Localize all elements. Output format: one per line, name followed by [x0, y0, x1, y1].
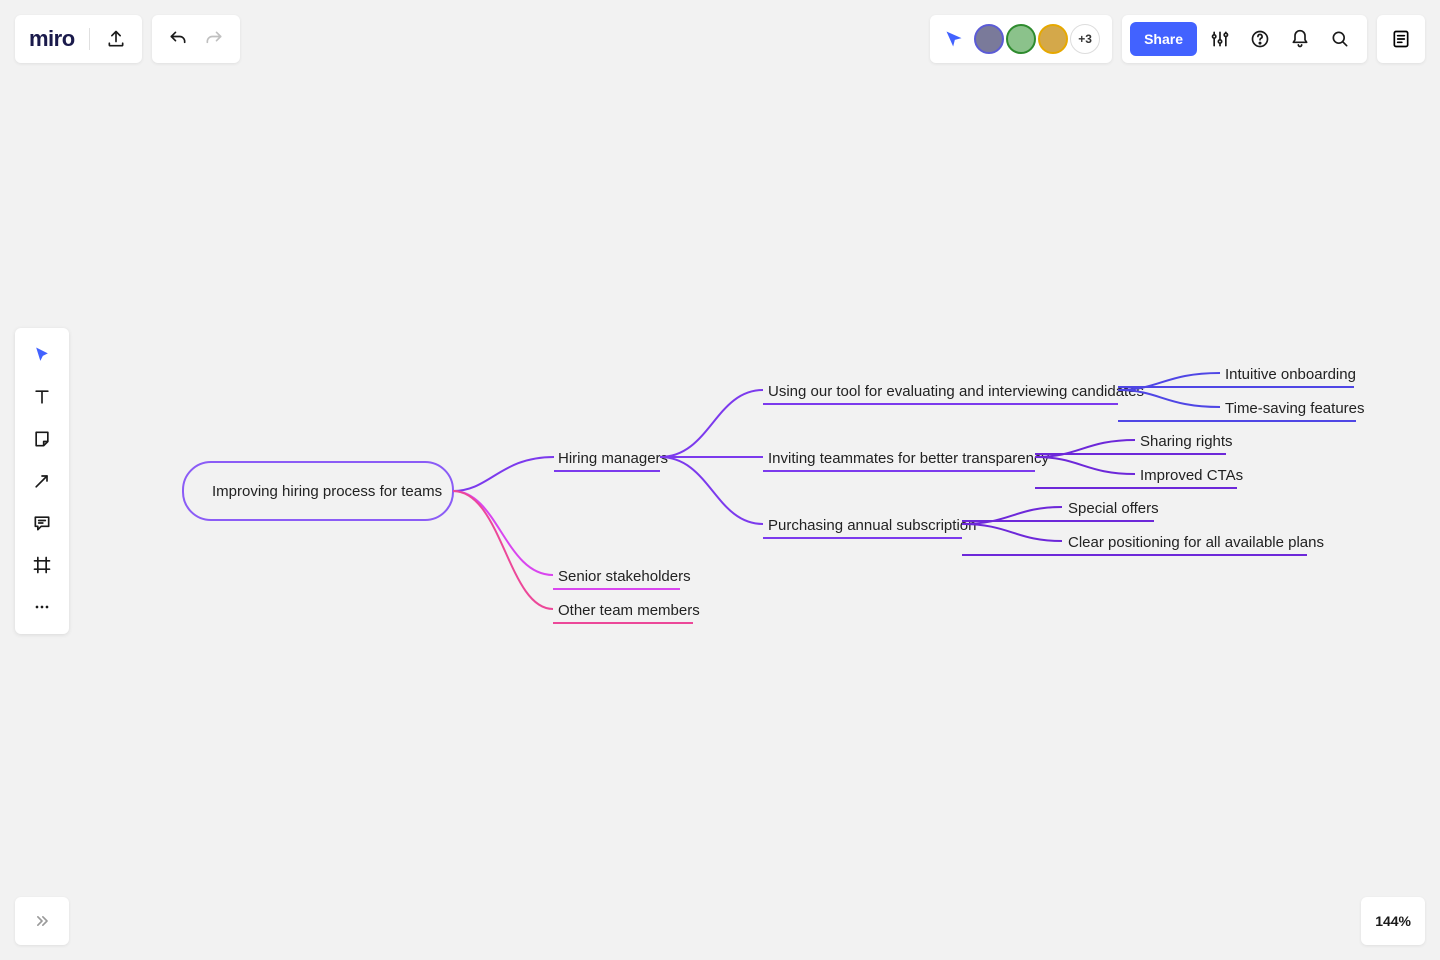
mindmap-node-other-team-members[interactable]: Other team members: [558, 602, 700, 619]
chevron-double-right-icon: [32, 911, 52, 931]
history-controls: [152, 15, 240, 63]
mindmap-node-using-tool[interactable]: Using our tool for evaluating and interv…: [768, 383, 1144, 400]
cursor-icon: [32, 345, 52, 365]
mindmap-node-inviting-teammates[interactable]: Inviting teammates for better transparen…: [768, 450, 1049, 467]
text-icon: [32, 387, 52, 407]
divider: [89, 28, 90, 50]
undo-icon[interactable]: [166, 27, 190, 51]
mindmap-node-purchasing-subscription[interactable]: Purchasing annual subscription: [768, 517, 976, 534]
branch: [660, 457, 763, 524]
mindmap-node-hiring-managers[interactable]: Hiring managers: [558, 450, 668, 467]
branch: [660, 390, 763, 457]
help-icon[interactable]: [1243, 22, 1277, 56]
collaborators: +3: [930, 15, 1112, 63]
select-tool[interactable]: [21, 334, 63, 376]
miro-logo[interactable]: miro: [29, 26, 75, 52]
expand-panel-button[interactable]: [15, 897, 69, 945]
mindmap-node-special-offers[interactable]: Special offers: [1068, 500, 1159, 517]
notes-icon: [1391, 29, 1411, 49]
avatar[interactable]: [1006, 24, 1036, 54]
export-icon[interactable]: [104, 27, 128, 51]
share-button[interactable]: Share: [1130, 22, 1197, 56]
toolbar: [15, 328, 69, 634]
mindmap-node-time-saving[interactable]: Time-saving features: [1225, 400, 1365, 417]
notifications-icon[interactable]: [1283, 22, 1317, 56]
search-icon[interactable]: [1323, 22, 1357, 56]
activity-panel-toggle[interactable]: [1377, 15, 1425, 63]
sticky-note-tool[interactable]: [21, 418, 63, 460]
more-collaborators[interactable]: +3: [1070, 24, 1100, 54]
avatar[interactable]: [1038, 24, 1068, 54]
mindmap-root-label[interactable]: Improving hiring process for teams: [212, 483, 442, 500]
branch: [1035, 457, 1135, 474]
presentation-pointer-icon[interactable]: [942, 27, 966, 51]
comment-tool[interactable]: [21, 502, 63, 544]
more-tools[interactable]: [21, 586, 63, 628]
zoom-indicator[interactable]: 144%: [1361, 897, 1425, 945]
more-collaborators-count: +3: [1078, 32, 1092, 46]
sticky-note-icon: [32, 429, 52, 449]
frame-tool[interactable]: [21, 544, 63, 586]
frame-icon: [32, 555, 52, 575]
arrow-icon: [32, 471, 52, 491]
redo-icon[interactable]: [202, 27, 226, 51]
avatar[interactable]: [974, 24, 1004, 54]
branch: [962, 524, 1062, 541]
mindmap-node-intuitive-onboarding[interactable]: Intuitive onboarding: [1225, 366, 1356, 383]
text-tool[interactable]: [21, 376, 63, 418]
mindmap-node-sharing-rights[interactable]: Sharing rights: [1140, 433, 1233, 450]
mindmap-node-clear-positioning[interactable]: Clear positioning for all available plan…: [1068, 534, 1324, 551]
more-icon: [32, 597, 52, 617]
zoom-value: 144%: [1375, 913, 1411, 929]
board-header: miro: [15, 15, 142, 63]
arrow-tool[interactable]: [21, 460, 63, 502]
branch: [453, 491, 553, 609]
canvas[interactable]: Improving hiring process for teams Hirin…: [0, 0, 1440, 960]
mindmap-node-senior-stakeholders[interactable]: Senior stakeholders: [558, 568, 691, 585]
branch: [453, 491, 553, 575]
comment-icon: [32, 513, 52, 533]
mindmap-node-improved-ctas[interactable]: Improved CTAs: [1140, 467, 1243, 484]
branch: [453, 457, 554, 491]
settings-icon[interactable]: [1203, 22, 1237, 56]
top-actions: Share: [1122, 15, 1367, 63]
